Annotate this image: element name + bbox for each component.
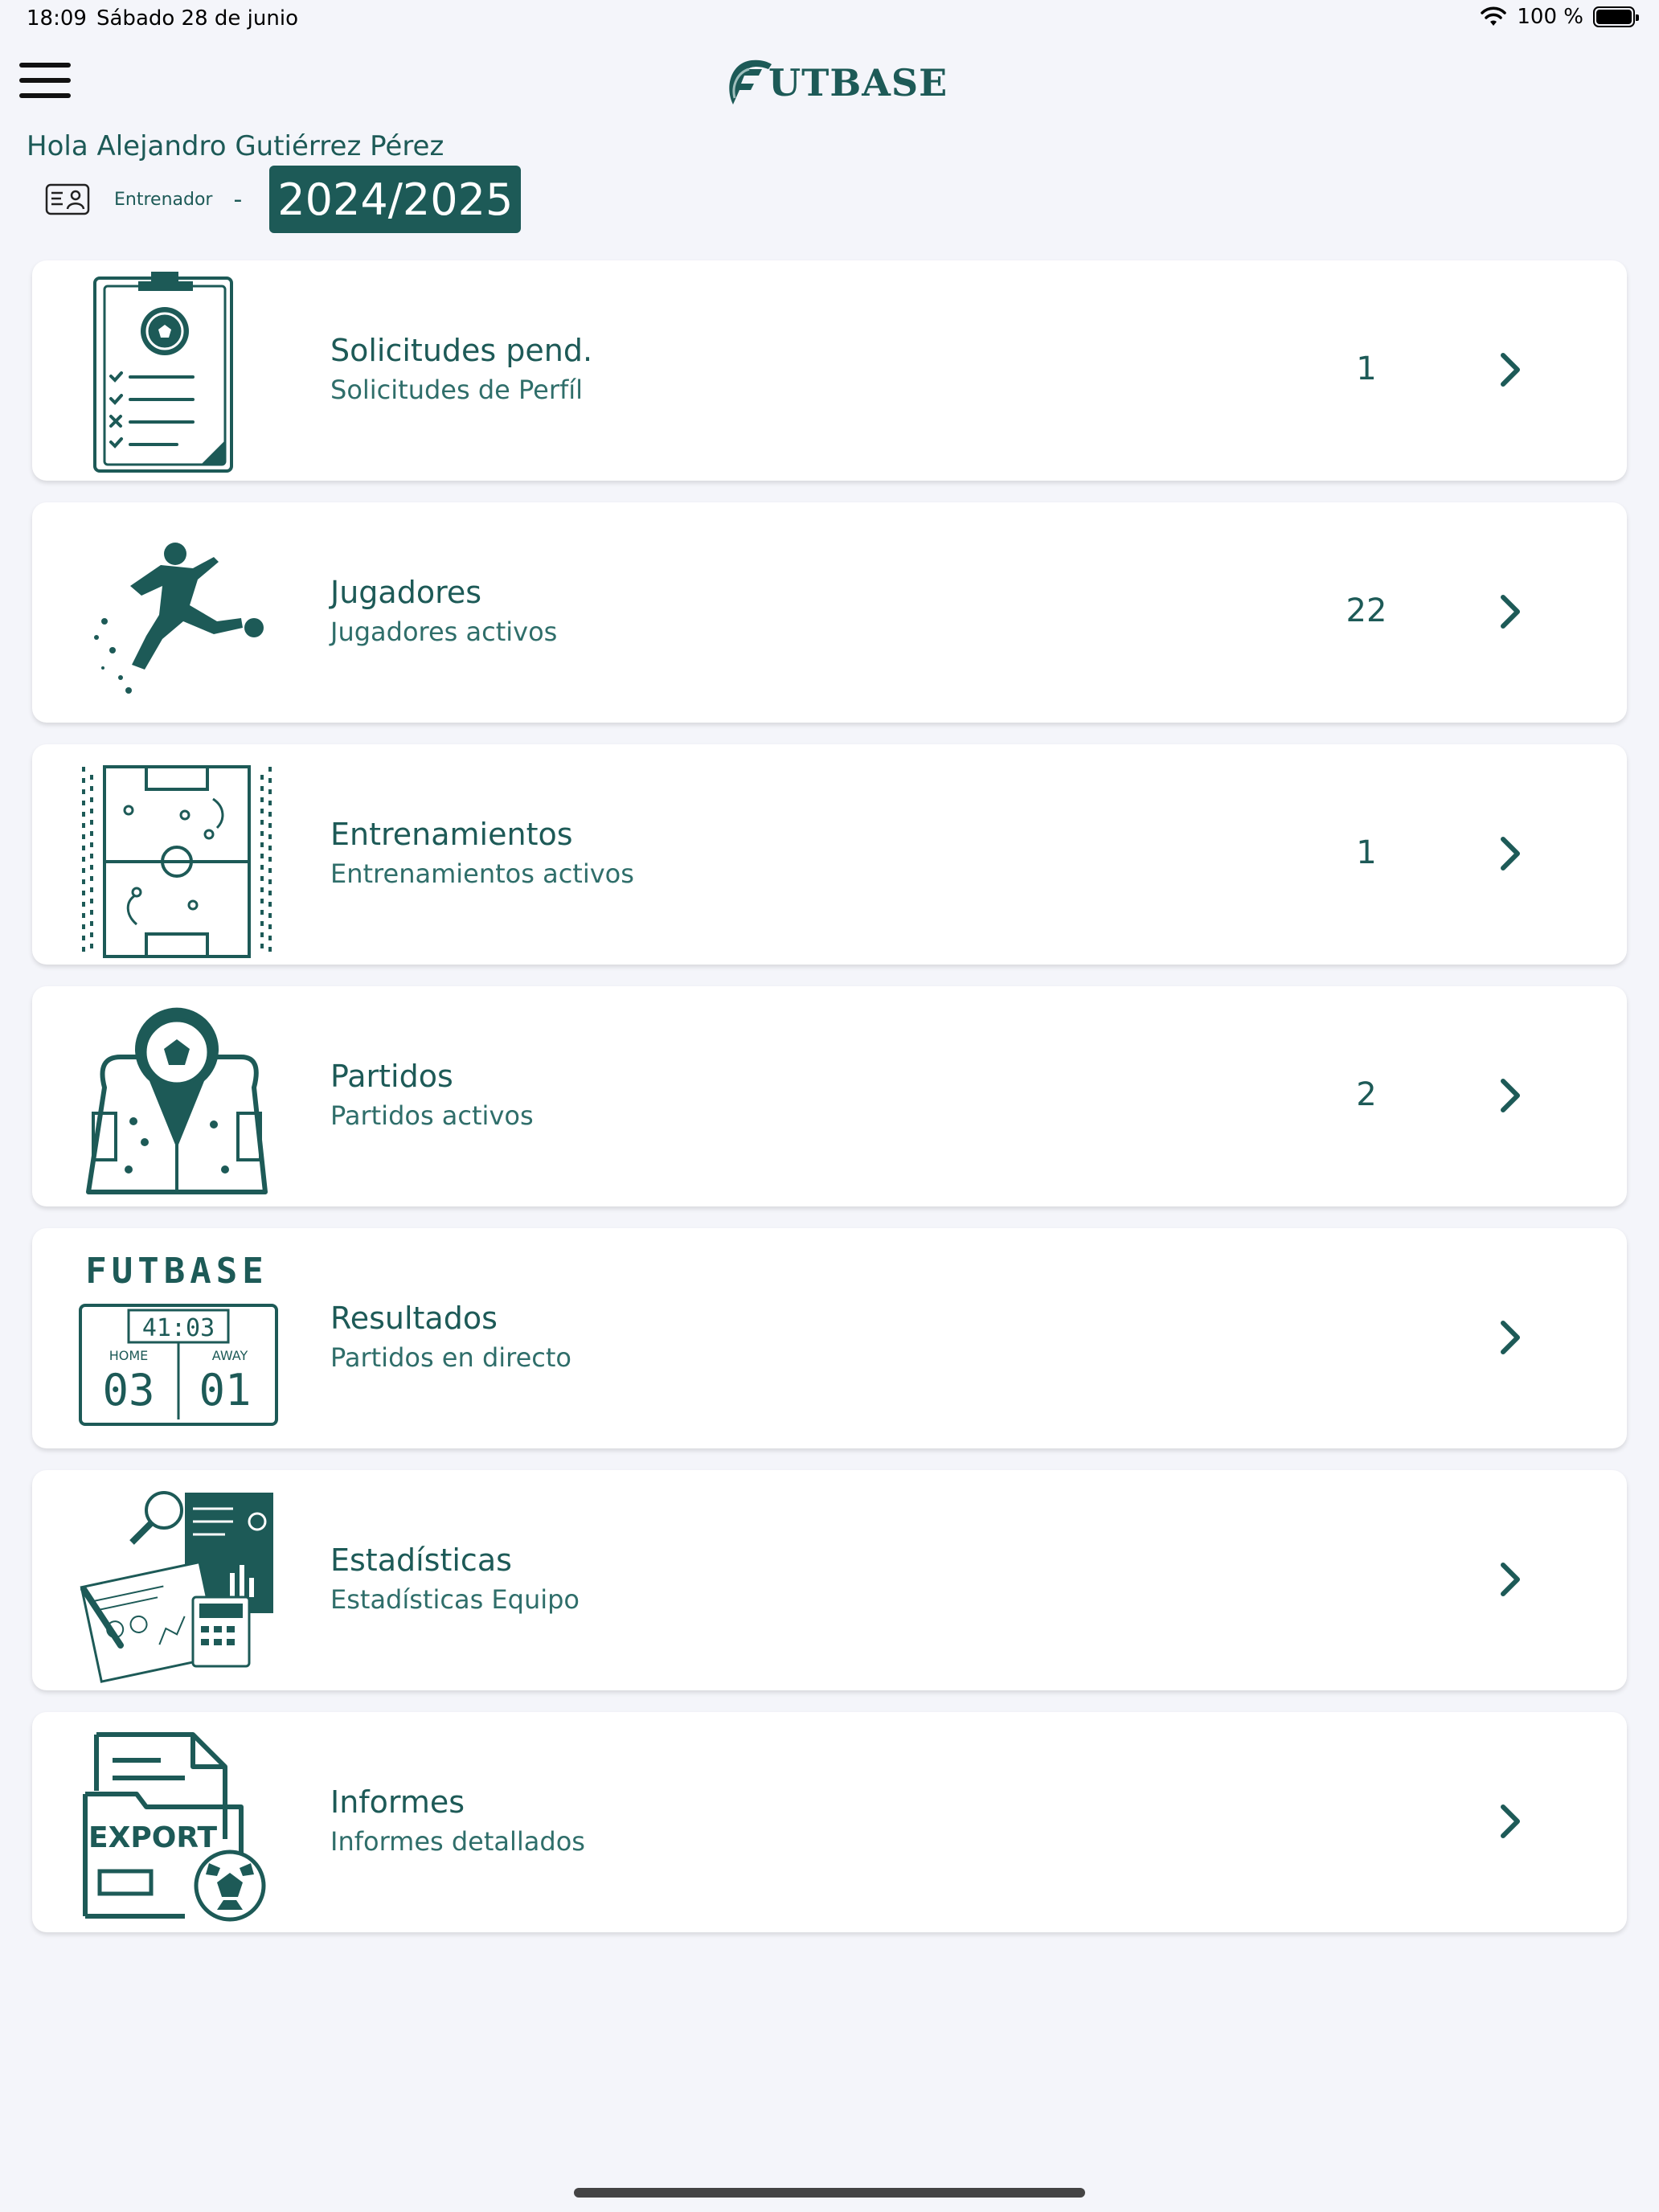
card-informes[interactable]: EXPORT Informes Informes detallados — [32, 1712, 1627, 1932]
home-screen: 18:09 Sábado 28 de junio 100 % UTBASE Ho… — [0, 0, 1659, 2212]
card-subtitle: Informes detallados — [330, 1826, 585, 1857]
card-subtitle: Entrenamientos activos — [330, 858, 634, 889]
card-subtitle: Solicitudes de Perfíl — [330, 375, 584, 405]
card-count: 2 — [1356, 1076, 1377, 1113]
futbase-logo: UTBASE — [723, 55, 948, 111]
scoreboard-brand: FUTBASE — [85, 1251, 268, 1292]
status-bar: 18:09 Sábado 28 de junio 100 % — [0, 0, 1659, 40]
card-title: Resultados — [330, 1301, 498, 1336]
chevron-right-icon — [1501, 837, 1520, 870]
match-field-icon — [86, 1007, 268, 1194]
status-time: 18:09 — [27, 6, 87, 31]
card-estadisticas[interactable]: Estadísticas Estadísticas Equipo — [32, 1470, 1627, 1690]
status-date: Sábado 28 de junio — [96, 6, 298, 31]
id-card-icon — [45, 183, 90, 215]
status-indicators: 100 % — [1480, 5, 1639, 29]
card-count: 1 — [1356, 834, 1377, 871]
wifi-icon — [1481, 6, 1507, 26]
card-partidos[interactable]: Partidos Partidos activos 2 — [32, 986, 1627, 1206]
logo-f-icon — [729, 59, 772, 104]
export-label: EXPORT — [88, 1821, 217, 1854]
season-selector[interactable]: 2024/2025 — [269, 166, 522, 233]
tactics-board-icon — [82, 765, 272, 958]
card-title: Informes — [330, 1784, 465, 1820]
scoreboard-clock: 41:03 — [142, 1314, 215, 1342]
role-separator: - — [233, 185, 243, 214]
export-report-icon: EXPORT — [83, 1732, 266, 1922]
card-title: Solicitudes pend. — [330, 333, 593, 368]
scoreboard-home-label: HOME — [109, 1348, 149, 1363]
chevron-right-icon — [1501, 595, 1520, 629]
card-entrenamientos[interactable]: Entrenamientos Entrenamientos activos 1 — [32, 744, 1627, 965]
battery-percent: 100 % — [1517, 5, 1583, 29]
card-subtitle: Estadísticas Equipo — [330, 1584, 580, 1615]
home-indicator[interactable] — [574, 2188, 1085, 2198]
battery-icon — [1593, 6, 1639, 27]
card-subtitle: Partidos en directo — [330, 1342, 571, 1373]
card-count: 22 — [1346, 592, 1387, 629]
chevron-right-icon — [1501, 1321, 1520, 1354]
card-solicitudes[interactable]: Solicitudes pend. Solicitudes de Perfíl … — [32, 260, 1627, 481]
card-subtitle: Partidos activos — [330, 1100, 534, 1131]
chevron-right-icon — [1501, 1804, 1520, 1838]
role-row: Entrenador - 2024/2025 — [45, 166, 522, 233]
scoreboard-icon: FUTBASE 41:03 HOME AWAY 03 01 — [79, 1251, 278, 1426]
scoreboard-home-score: 03 — [102, 1365, 154, 1415]
scoreboard-away-score: 01 — [199, 1365, 251, 1415]
chevron-right-icon — [1501, 353, 1520, 387]
role-label: Entrenador — [114, 189, 213, 210]
chevron-right-icon — [1501, 1563, 1520, 1596]
card-resultados[interactable]: FUTBASE 41:03 HOME AWAY 03 01 Resultados… — [32, 1228, 1627, 1448]
clipboard-icon — [93, 272, 233, 473]
chevron-right-icon — [1501, 1079, 1520, 1112]
statistics-icon — [80, 1491, 273, 1683]
player-kick-icon — [94, 543, 264, 694]
card-title: Entrenamientos — [330, 817, 573, 852]
hamburger-icon — [19, 63, 71, 68]
card-title: Jugadores — [330, 575, 482, 610]
scoreboard-away-label: AWAY — [212, 1348, 248, 1363]
greeting-text: Hola Alejandro Gutiérrez Pérez — [27, 130, 444, 162]
card-subtitle: Jugadores activos — [330, 616, 558, 647]
card-title: Partidos — [330, 1059, 453, 1094]
menu-button[interactable] — [19, 63, 71, 103]
card-jugadores[interactable]: Jugadores Jugadores activos 22 — [32, 502, 1627, 723]
card-title: Estadísticas — [330, 1542, 512, 1578]
card-count: 1 — [1356, 350, 1377, 387]
logo-text: UTBASE — [768, 61, 948, 104]
